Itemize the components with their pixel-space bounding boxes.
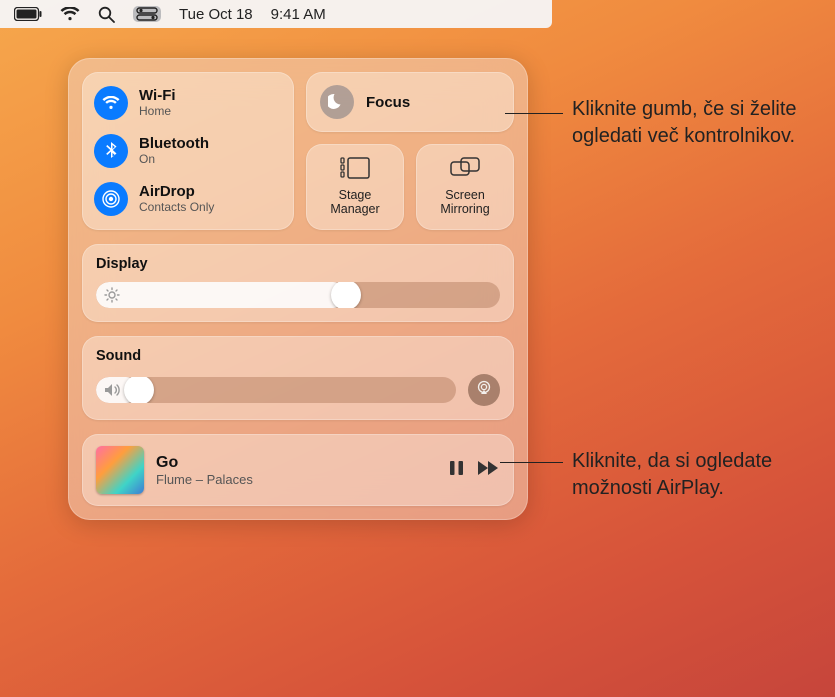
stage-manager-icon — [340, 157, 370, 183]
callout-focus: Kliknite gumb, če si želite ogledati več… — [572, 96, 822, 150]
display-slider[interactable] — [96, 282, 500, 308]
bluetooth-icon — [94, 134, 128, 168]
airplay-icon — [475, 379, 493, 402]
control-center-menubar-icon[interactable] — [133, 6, 161, 22]
wifi-icon — [94, 86, 128, 120]
menubar: Tue Oct 18 9:41 AM — [0, 0, 552, 28]
brightness-icon — [104, 287, 120, 303]
track-subtitle: Flume – Palaces — [156, 472, 437, 487]
track-title: Go — [156, 454, 437, 472]
bluetooth-toggle[interactable]: Bluetooth On — [94, 130, 282, 172]
bluetooth-label: Bluetooth — [139, 135, 209, 152]
volume-icon — [104, 383, 122, 397]
airdrop-label: AirDrop — [139, 183, 214, 200]
album-art — [96, 446, 144, 494]
now-playing-module[interactable]: Go Flume – Palaces — [82, 434, 514, 506]
focus-label: Focus — [366, 94, 410, 111]
callout-line — [505, 113, 563, 114]
bluetooth-status: On — [139, 153, 209, 167]
screen-mirroring-button[interactable]: Screen Mirroring — [416, 144, 514, 230]
callout-airplay: Kliknite, da si ogledate možnosti AirPla… — [572, 448, 822, 502]
airplay-audio-button[interactable] — [468, 374, 500, 406]
screen-mirroring-icon — [450, 157, 480, 183]
sound-label: Sound — [96, 348, 500, 364]
control-center-panel: Wi-Fi Home Bluetooth On AirDrop — [68, 58, 528, 520]
screen-mirroring-label: Screen Mirroring — [440, 189, 489, 217]
wifi-status: Home — [139, 105, 176, 119]
sound-slider[interactable] — [96, 377, 456, 403]
stage-manager-label: Stage Manager — [330, 189, 379, 217]
wifi-label: Wi-Fi — [139, 87, 176, 104]
wifi-toggle[interactable]: Wi-Fi Home — [94, 82, 282, 124]
airdrop-toggle[interactable]: AirDrop Contacts Only — [94, 178, 282, 220]
menubar-date[interactable]: Tue Oct 18 — [179, 6, 253, 23]
focus-button[interactable]: Focus — [306, 72, 514, 132]
airdrop-icon — [94, 182, 128, 216]
callout-line — [500, 462, 563, 463]
sound-module: Sound — [82, 336, 514, 420]
stage-manager-button[interactable]: Stage Manager — [306, 144, 404, 230]
airdrop-status: Contacts Only — [139, 201, 214, 215]
display-label: Display — [96, 256, 500, 272]
connectivity-tile: Wi-Fi Home Bluetooth On AirDrop — [82, 72, 294, 230]
spotlight-icon[interactable] — [98, 6, 115, 23]
display-module: Display — [82, 244, 514, 322]
wifi-menubar-icon[interactable] — [60, 7, 80, 21]
next-track-button[interactable] — [478, 461, 500, 480]
pause-button[interactable] — [449, 460, 464, 481]
moon-icon — [320, 85, 354, 119]
menubar-time[interactable]: 9:41 AM — [271, 6, 326, 23]
battery-icon[interactable] — [14, 7, 42, 21]
